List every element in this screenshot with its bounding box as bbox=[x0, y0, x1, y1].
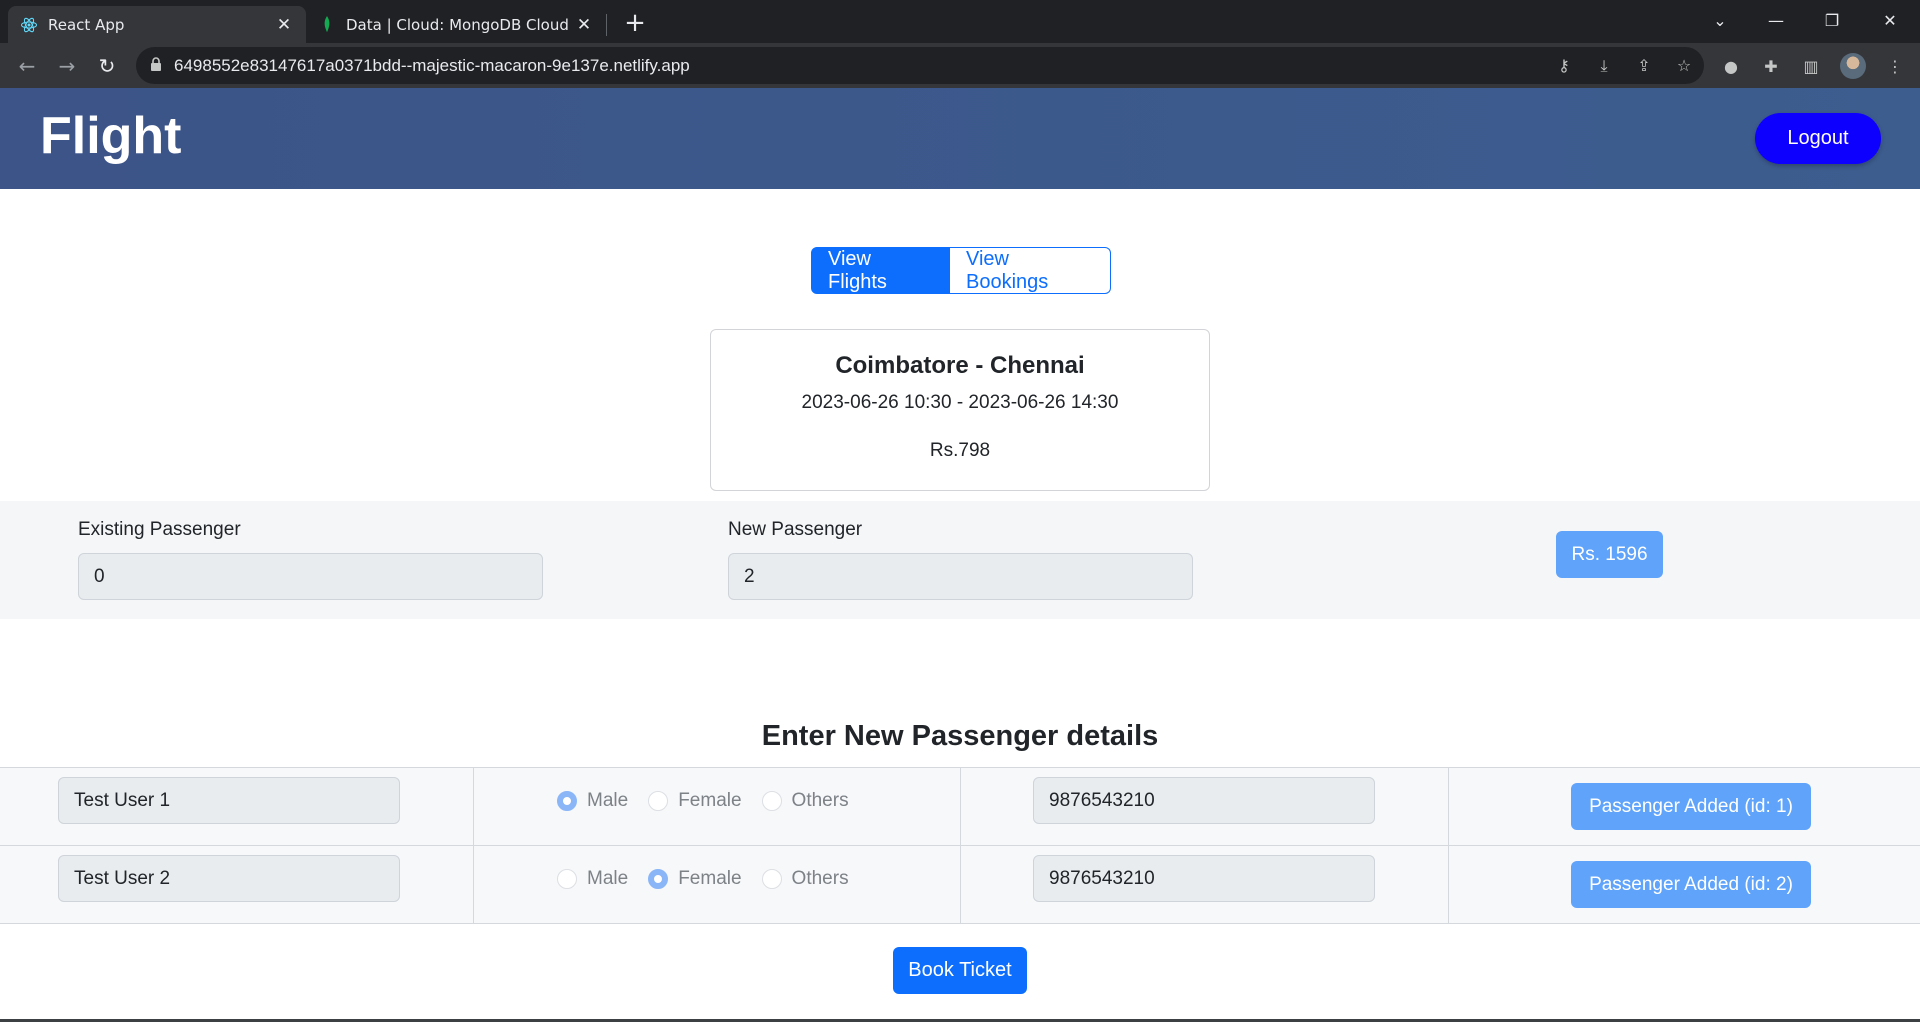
address-bar[interactable]: 6498552e83147617a0371bdd--majestic-macar… bbox=[136, 47, 1704, 84]
close-tab-icon[interactable]: ✕ bbox=[274, 15, 294, 35]
column-divider bbox=[473, 846, 474, 923]
tab-title: React App bbox=[48, 15, 125, 34]
puzzle-extensions-icon[interactable]: ✚ bbox=[1756, 51, 1786, 81]
passenger-added-button[interactable]: Passenger Added (id: 2) bbox=[1571, 861, 1811, 908]
radio-dot bbox=[761, 791, 782, 811]
passenger-added-button[interactable]: Passenger Added (id: 1) bbox=[1571, 783, 1811, 830]
app-header: Flight Logout bbox=[0, 88, 1920, 189]
flight-route: Coimbatore - Chennai bbox=[835, 352, 1085, 379]
passenger-phone-input[interactable]: 9876543210 bbox=[1033, 777, 1375, 824]
url-text: 6498552e83147617a0371bdd--majestic-macar… bbox=[174, 55, 690, 75]
browser-tab-mongodb[interactable]: Data | Cloud: MongoDB Cloud ✕ bbox=[306, 6, 606, 43]
radio-label: Female bbox=[678, 790, 742, 811]
passenger-row: Test User 2 Male Female Others 987654321… bbox=[0, 846, 1920, 924]
total-price-button[interactable]: Rs. 1596 bbox=[1556, 531, 1663, 578]
view-flights-button[interactable]: View Flights bbox=[811, 247, 950, 294]
react-icon bbox=[20, 16, 38, 34]
gender-radio-group: Male Female Others bbox=[557, 846, 869, 912]
reload-icon[interactable]: ↻ bbox=[92, 51, 122, 81]
radio-dot bbox=[557, 791, 577, 811]
passenger-name-input[interactable]: Test User 2 bbox=[58, 855, 400, 902]
gender-female-radio[interactable]: Female bbox=[648, 868, 742, 890]
gender-female-radio[interactable]: Female bbox=[648, 790, 742, 812]
flight-price: Rs.798 bbox=[929, 440, 991, 461]
side-panel-icon[interactable]: ▥ bbox=[1796, 51, 1826, 81]
logout-button[interactable]: Logout bbox=[1755, 113, 1881, 164]
lock-icon bbox=[150, 56, 162, 75]
passenger-row: Test User 1 Male Female Others 987654321… bbox=[0, 768, 1920, 846]
passenger-count-section: Existing Passenger 0 New Passenger 2 Rs.… bbox=[0, 501, 1920, 619]
new-tab-icon[interactable]: + bbox=[620, 8, 650, 38]
column-divider bbox=[473, 768, 474, 845]
radio-label: Others bbox=[791, 790, 849, 811]
browser-chrome: React App ✕ Data | Cloud: MongoDB Cloud … bbox=[0, 0, 1920, 88]
new-passenger-label: New Passenger bbox=[728, 519, 863, 540]
tab-strip: React App ✕ Data | Cloud: MongoDB Cloud … bbox=[0, 0, 1920, 43]
radio-label: Male bbox=[587, 790, 629, 811]
tab-divider bbox=[606, 14, 607, 36]
gender-male-radio[interactable]: Male bbox=[557, 790, 628, 812]
close-window-icon[interactable]: ✕ bbox=[1870, 0, 1910, 40]
tab-title: Data | Cloud: MongoDB Cloud bbox=[346, 15, 569, 34]
gender-radio-group: Male Female Others bbox=[557, 768, 869, 834]
radio-dot bbox=[648, 791, 669, 811]
share-icon[interactable]: ⇪ bbox=[1624, 56, 1664, 75]
passenger-phone-input[interactable]: 9876543210 bbox=[1033, 855, 1375, 902]
install-app-icon[interactable]: ⤓ bbox=[1584, 56, 1624, 76]
existing-passenger-label: Existing Passenger bbox=[78, 519, 241, 540]
tab-search-chevron-icon[interactable]: ⌄ bbox=[1700, 0, 1740, 40]
view-toggle-group: View Flights View Bookings bbox=[811, 247, 1111, 294]
gender-others-radio[interactable]: Others bbox=[761, 790, 849, 812]
flight-times: 2023-06-26 10:30 - 2023-06-26 14:30 bbox=[801, 392, 1119, 413]
close-tab-icon[interactable]: ✕ bbox=[574, 15, 594, 35]
view-bookings-button[interactable]: View Bookings bbox=[950, 247, 1111, 294]
radio-label: Female bbox=[678, 868, 742, 889]
column-divider bbox=[1448, 768, 1449, 845]
new-passenger-input[interactable]: 2 bbox=[728, 553, 1193, 600]
forward-icon[interactable]: → bbox=[52, 51, 82, 81]
browser-tab-react-app[interactable]: React App ✕ bbox=[8, 6, 306, 43]
brand-title: Flight bbox=[40, 107, 182, 165]
bookmark-star-icon[interactable]: ☆ bbox=[1664, 56, 1704, 75]
column-divider bbox=[960, 846, 961, 923]
book-ticket-button[interactable]: Book Ticket bbox=[893, 947, 1027, 994]
radio-label: Male bbox=[587, 868, 629, 889]
new-passenger-details-heading: Enter New Passenger details bbox=[761, 720, 1159, 752]
radio-label: Others bbox=[791, 868, 849, 889]
restore-icon[interactable]: ❐ bbox=[1812, 0, 1852, 40]
key-icon[interactable]: ⚷ bbox=[1544, 56, 1584, 75]
gender-male-radio[interactable]: Male bbox=[557, 868, 628, 890]
profile-avatar[interactable] bbox=[1840, 53, 1866, 79]
flight-card: Coimbatore - Chennai 2023-06-26 10:30 - … bbox=[710, 329, 1210, 491]
extension-icon[interactable]: ● bbox=[1716, 51, 1746, 81]
minimize-icon[interactable]: — bbox=[1756, 0, 1796, 40]
passenger-details-table: Test User 1 Male Female Others 987654321… bbox=[0, 767, 1920, 924]
back-icon[interactable]: ← bbox=[12, 51, 42, 81]
existing-passenger-input[interactable]: 0 bbox=[78, 553, 543, 600]
column-divider bbox=[960, 768, 961, 845]
radio-dot bbox=[557, 869, 577, 889]
browser-toolbar: ← → ↻ 6498552e83147617a0371bdd--majestic… bbox=[0, 43, 1920, 88]
gender-others-radio[interactable]: Others bbox=[761, 868, 849, 890]
column-divider bbox=[1448, 846, 1449, 923]
radio-dot bbox=[761, 869, 782, 889]
mongodb-leaf-icon bbox=[318, 15, 336, 34]
more-menu-icon[interactable]: ⋮ bbox=[1880, 51, 1910, 81]
passenger-name-input[interactable]: Test User 1 bbox=[58, 777, 400, 824]
radio-dot bbox=[648, 869, 669, 889]
